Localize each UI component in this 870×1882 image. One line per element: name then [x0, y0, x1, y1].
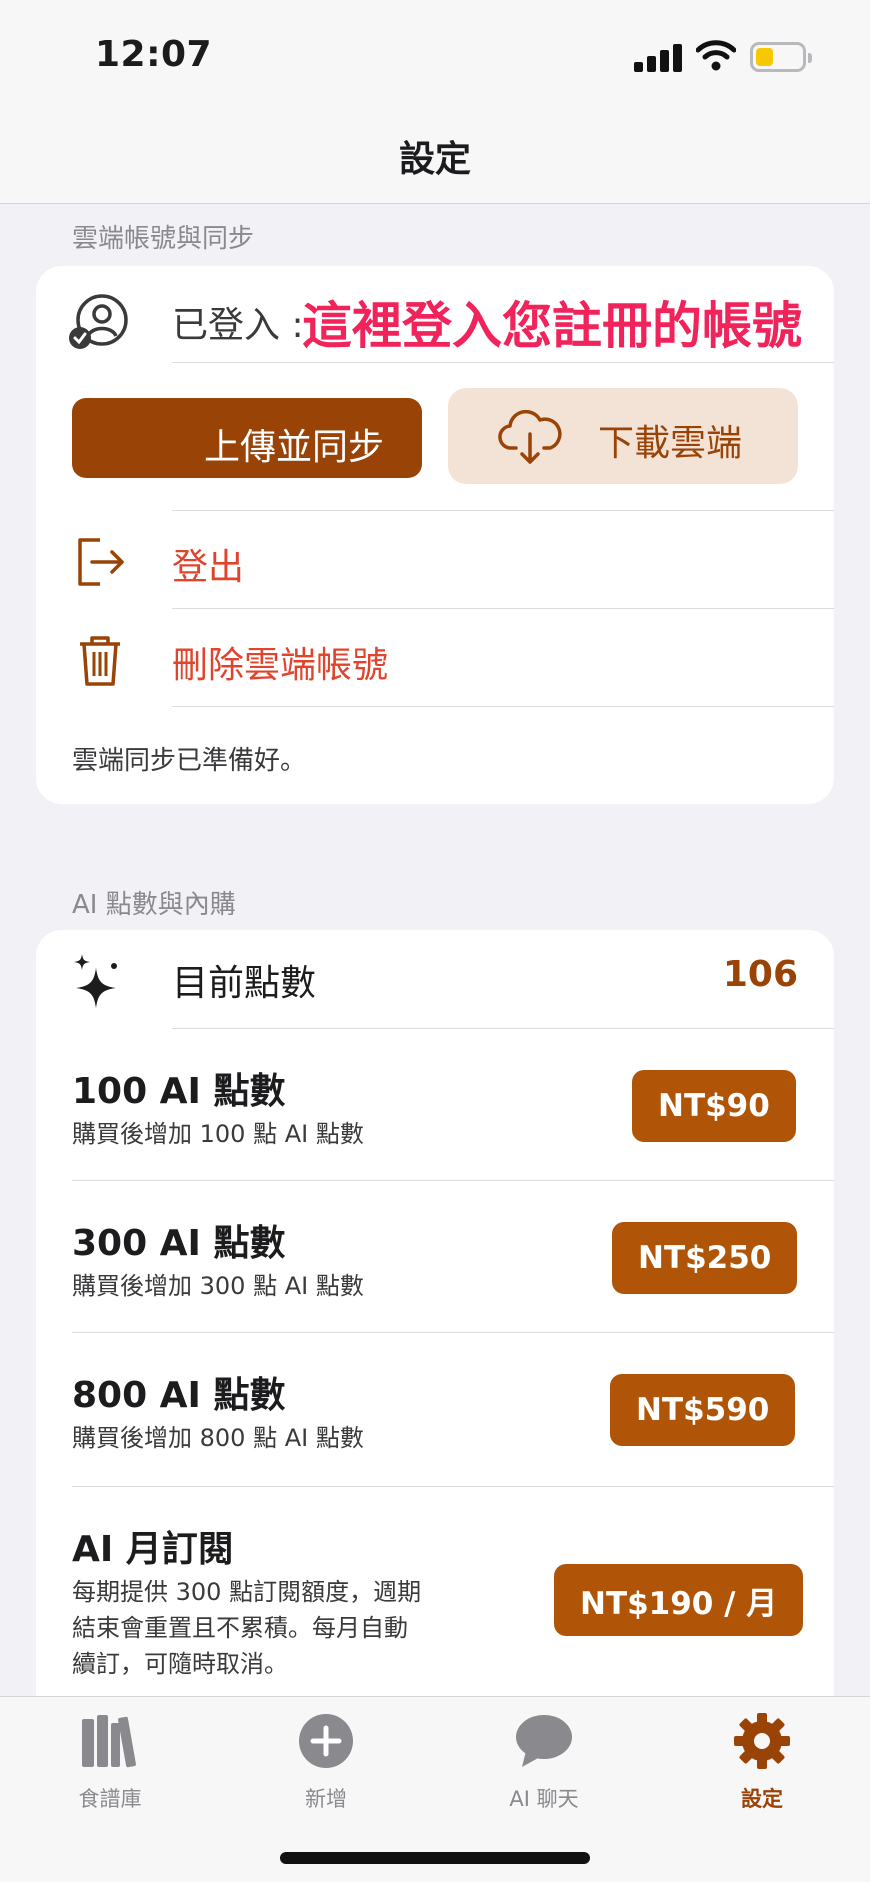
logout-label: 登出 [172, 547, 245, 588]
upload-sync-label: 上傳並同步 [204, 427, 385, 468]
divider [172, 362, 834, 363]
logout-icon [78, 538, 124, 586]
gear-icon [734, 1713, 790, 1769]
product-title: 300 AI 點數 [72, 1223, 286, 1264]
product-desc: 購買後增加 100 點 AI 點數 [72, 1120, 364, 1148]
buy-800-points-button[interactable]: NT$590 [610, 1374, 796, 1446]
tab-label: 新增 [305, 1787, 347, 1811]
ai-section-header: AI 點數與內購 [72, 890, 236, 920]
product-desc-line: 每期提供 300 點訂閱額度，週期 [72, 1578, 422, 1606]
page-title: 設定 [398, 139, 471, 180]
subscribe-monthly-button[interactable]: NT$190 / 月 [554, 1564, 804, 1636]
wifi-icon [696, 40, 736, 71]
product-title: AI 月訂閱 [72, 1529, 234, 1570]
cellular-signal-icon [634, 42, 682, 72]
current-points-label: 目前點數 [172, 963, 317, 1004]
home-indicator [280, 1852, 590, 1864]
plus-circle-icon [299, 1714, 353, 1768]
trash-icon [80, 636, 120, 686]
tab-label: 食譜庫 [78, 1787, 142, 1811]
tab-add[interactable]: 新增 [256, 1711, 396, 1821]
tab-settings[interactable]: 設定 [692, 1711, 832, 1821]
product-title: 100 AI 點數 [72, 1071, 286, 1112]
divider [172, 510, 834, 511]
sparkle-icon [74, 954, 117, 1008]
product-desc-line: 結束會重置且不累積。每月自動 [72, 1614, 408, 1642]
download-cloud-button[interactable]: 下載雲端 [448, 388, 798, 484]
product-desc-line: 續訂，可隨時取消。 [72, 1650, 288, 1678]
delete-account-row[interactable]: 刪除雲端帳號 [36, 610, 834, 706]
cloud-section-header: 雲端帳號與同步 [72, 224, 255, 254]
top-bar: 12:07 設定 [0, 0, 870, 204]
delete-account-label: 刪除雲端帳號 [172, 645, 389, 686]
upload-sync-button[interactable]: 上傳並同步 [72, 398, 422, 478]
divider [172, 706, 834, 707]
sync-status-text: 雲端同步已準備好。 [72, 746, 307, 776]
login-status-label: 已登入 : [172, 305, 304, 346]
product-title: 800 AI 點數 [72, 1375, 286, 1416]
status-time: 12:07 [95, 34, 213, 75]
books-icon [82, 1715, 136, 1768]
divider [72, 1486, 834, 1487]
divider [72, 1332, 834, 1333]
tab-label: AI 聊天 [509, 1787, 579, 1811]
divider [172, 608, 834, 609]
logout-row[interactable]: 登出 [36, 512, 834, 608]
download-cloud-label: 下載雲端 [598, 423, 743, 464]
product-desc: 購買後增加 800 點 AI 點數 [72, 1424, 364, 1452]
battery-icon [750, 42, 812, 72]
divider [72, 1180, 834, 1181]
buy-100-points-button[interactable]: NT$90 [632, 1070, 796, 1142]
chat-bubble-icon [516, 1715, 572, 1767]
ai-points-card: 目前點數 106 100 AI 點數 購買後增加 100 點 AI 點數 NT$… [36, 930, 834, 1750]
buy-300-points-button[interactable]: NT$250 [612, 1222, 798, 1294]
tab-label: 設定 [741, 1787, 783, 1811]
divider [172, 1028, 834, 1029]
account-check-icon [69, 294, 128, 349]
current-points-value: 106 [722, 954, 798, 995]
product-desc: 購買後增加 300 點 AI 點數 [72, 1272, 364, 1300]
cloud-account-card: 已登入 : 這裡登入您註冊的帳號 上傳並同步 下載雲端 登出 刪除雲端帳號 雲端… [36, 266, 834, 804]
cloud-download-icon [498, 410, 562, 464]
login-annotation: 這裡登入您註冊的帳號 [302, 297, 802, 355]
tab-recipes[interactable]: 食譜庫 [40, 1711, 180, 1821]
tab-ai-chat[interactable]: AI 聊天 [474, 1711, 614, 1821]
